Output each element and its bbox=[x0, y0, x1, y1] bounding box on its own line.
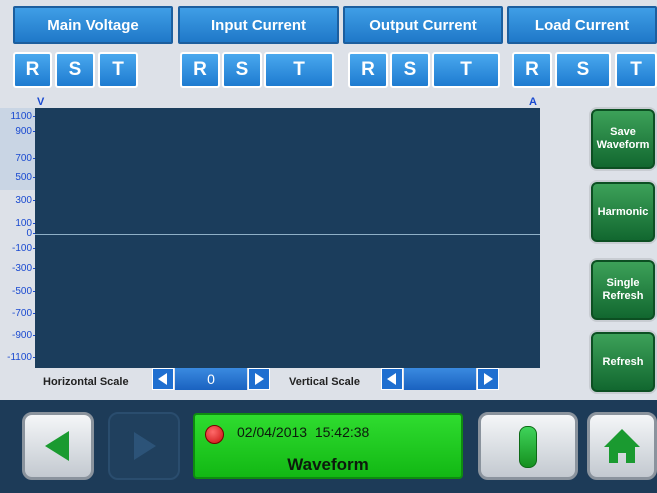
back-button[interactable] bbox=[22, 412, 94, 480]
triangle-left-icon bbox=[387, 373, 396, 385]
y-tick-label: 1100 bbox=[10, 111, 32, 122]
status-panel: 02/04/2013 15:42:38 Waveform bbox=[193, 413, 463, 479]
horizontal-scale-increase-button[interactable] bbox=[248, 368, 270, 390]
left-unit-label: V bbox=[37, 96, 45, 108]
tab-main-voltage[interactable]: Main Voltage bbox=[13, 6, 173, 44]
single-refresh-button[interactable]: Single Refresh bbox=[589, 258, 657, 322]
right-unit-label: A bbox=[529, 96, 537, 108]
phase-button-load-r[interactable]: R bbox=[512, 52, 552, 88]
phase-button-output-s[interactable]: S bbox=[390, 52, 430, 88]
save-waveform-button[interactable]: Save Waveform bbox=[589, 107, 657, 171]
vertical-scale-value bbox=[404, 368, 476, 390]
refresh-button[interactable]: Refresh bbox=[589, 330, 657, 394]
tab-input-current[interactable]: Input Current bbox=[178, 6, 339, 44]
horizontal-scale-decrease-button[interactable] bbox=[152, 368, 174, 390]
tab-output-current[interactable]: Output Current bbox=[343, 6, 503, 44]
y-tick-label: -1100 bbox=[7, 352, 32, 363]
triangle-left-icon bbox=[158, 373, 167, 385]
phase-button-input-r[interactable]: R bbox=[180, 52, 220, 88]
phase-button-load-t[interactable]: T bbox=[615, 52, 657, 88]
phase-button-output-t[interactable]: T bbox=[432, 52, 500, 88]
y-tick-label: 0 bbox=[26, 228, 32, 239]
tab-load-current[interactable]: Load Current bbox=[507, 6, 657, 44]
phase-button-input-t[interactable]: T bbox=[264, 52, 334, 88]
phase-button-main-t[interactable]: T bbox=[98, 52, 138, 88]
triangle-left-icon bbox=[45, 431, 69, 461]
phase-button-load-s[interactable]: S bbox=[555, 52, 611, 88]
phase-button-main-r[interactable]: R bbox=[13, 52, 52, 88]
y-tick-label: 300 bbox=[15, 195, 32, 206]
y-tick-label: -300 bbox=[11, 263, 32, 274]
harmonic-button[interactable]: Harmonic bbox=[589, 180, 657, 244]
waveform-plot bbox=[35, 108, 540, 368]
y-tick-label: 700 bbox=[15, 153, 32, 164]
phase-button-output-r[interactable]: R bbox=[348, 52, 388, 88]
triangle-right-icon bbox=[484, 373, 493, 385]
phase-button-input-s[interactable]: S bbox=[222, 52, 262, 88]
y-tick-label: -100 bbox=[11, 243, 32, 254]
horizontal-scale-label: Horizontal Scale bbox=[43, 376, 129, 388]
triangle-right-icon bbox=[255, 373, 264, 385]
forward-button[interactable] bbox=[108, 412, 180, 480]
home-icon bbox=[604, 429, 640, 463]
y-tick-label: -500 bbox=[11, 286, 32, 297]
pause-bar-icon bbox=[519, 426, 537, 468]
vertical-scale-increase-button[interactable] bbox=[477, 368, 499, 390]
stop-button[interactable] bbox=[478, 412, 578, 480]
y-tick-label: -700 bbox=[11, 308, 32, 319]
vertical-scale-decrease-button[interactable] bbox=[381, 368, 403, 390]
phase-button-main-s[interactable]: S bbox=[55, 52, 95, 88]
status-datetime: 02/04/2013 15:42:38 bbox=[237, 424, 370, 440]
y-tick-label: 900 bbox=[15, 126, 32, 137]
status-title: Waveform bbox=[287, 455, 369, 474]
y-tick-label: -900 bbox=[11, 330, 32, 341]
zero-line bbox=[35, 234, 540, 235]
alarm-indicator-icon bbox=[205, 425, 224, 444]
y-tick-label: 500 bbox=[15, 172, 32, 183]
home-button[interactable] bbox=[587, 412, 657, 480]
horizontal-scale-value: 0 bbox=[175, 368, 247, 390]
vertical-scale-label: Vertical Scale bbox=[289, 376, 360, 388]
triangle-right-icon bbox=[134, 432, 156, 460]
